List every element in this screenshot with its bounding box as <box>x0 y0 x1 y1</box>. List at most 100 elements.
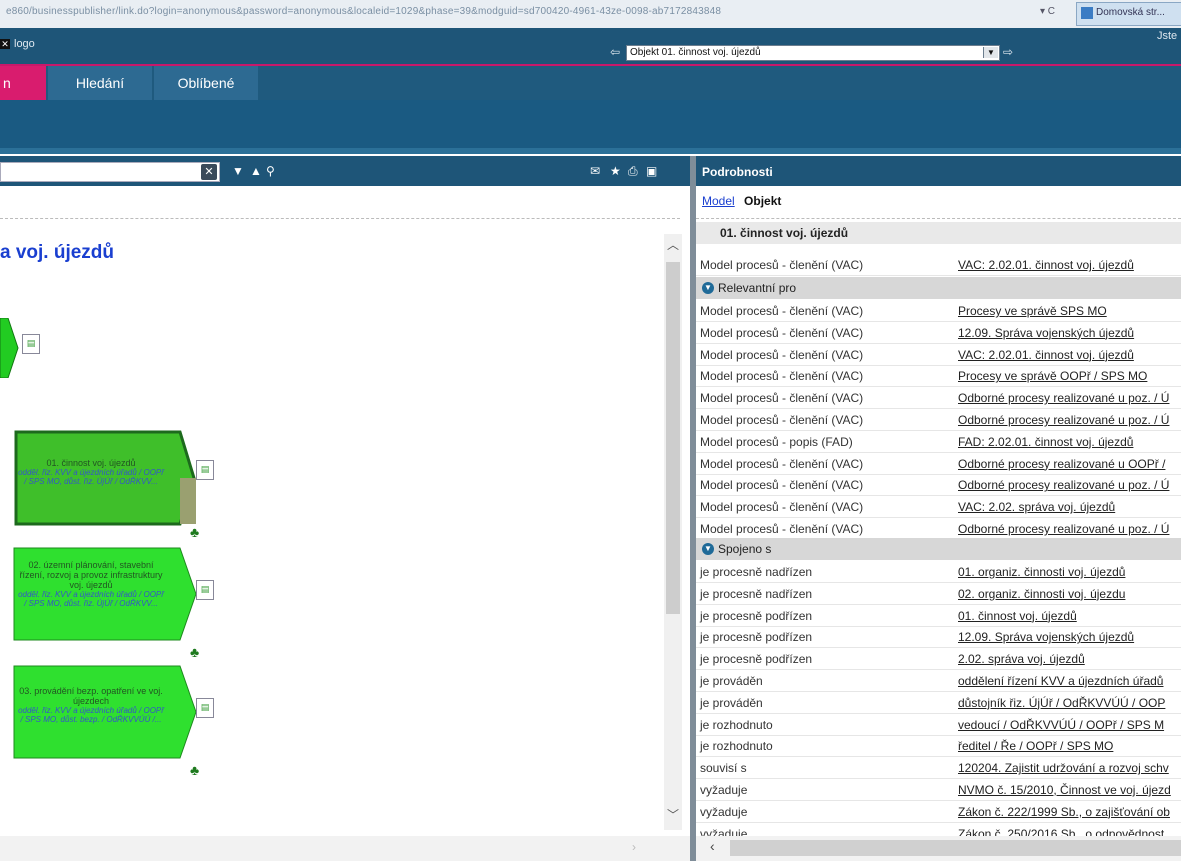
logo-text: logo <box>14 38 35 50</box>
url-text[interactable]: e860/businesspublisher/link.do?login=ano… <box>6 6 721 17</box>
table-row: Model procesů - členění (VAC) Procesy ve … <box>696 365 1181 388</box>
table-row: vyžaduje Zákon č. 222/1999 Sb., o zajišťo… <box>696 801 1181 823</box>
row-link[interactable]: VAC: 2.02. správa voj. újezdů <box>958 500 1115 514</box>
diagram-title: a voj. újezdů <box>0 242 115 263</box>
row-link[interactable]: 12.09. Správa vojenských újezdů <box>958 326 1134 340</box>
group-label: Spojeno s <box>718 542 772 556</box>
row-link[interactable]: 120204. Zajistit udržování a rozvoj schv <box>958 761 1169 775</box>
row-link[interactable]: Odborné procesy realizované u poz. / Ú <box>958 391 1169 405</box>
row-key: Model procesů - členění (VAC) <box>700 325 864 340</box>
row-link[interactable]: ředitel / Ře / OOPř / SPS MO <box>958 739 1113 753</box>
row-key: je procesně podřízen <box>700 630 813 645</box>
table-row: Model procesů - členění (VAC) 12.09. Sprá… <box>696 322 1181 344</box>
table-row: souvisí s 120204. Zajistit udržování a ro… <box>696 757 1181 780</box>
hierarchy-icon[interactable]: ♣ <box>190 762 199 778</box>
row-link[interactable]: NVMO č. 15/2010, Činnost ve voj. újezd <box>958 783 1171 797</box>
mail-icon[interactable]: ✉ <box>590 164 600 178</box>
chevron-circle-icon[interactable]: ▼ <box>702 543 714 555</box>
row-link[interactable]: VAC: 2.02.01. činnost voj. újezdů <box>958 348 1134 362</box>
row-key: Model procesů - členění (VAC) <box>700 522 864 536</box>
document-icon[interactable]: ▤ <box>22 334 40 354</box>
document-icon[interactable]: ▤ <box>196 698 214 718</box>
chevron-down-icon[interactable]: ▼ <box>983 47 998 58</box>
browser-url-bar[interactable]: e860/businesspublisher/link.do?login=ano… <box>0 0 1181 29</box>
scroll-right-icon[interactable]: › <box>632 840 636 854</box>
row-key: je rozhodnuto <box>700 717 773 732</box>
tab-objekt[interactable]: Objekt <box>744 194 781 208</box>
details-scroll-thumb[interactable] <box>730 840 1181 856</box>
row-key: Model procesů - členění (VAC) <box>700 369 864 384</box>
diagram-divider <box>0 218 680 219</box>
process-01-label: 01. činnost voj. újezdů odděl. řiz. KVV … <box>16 458 166 486</box>
hierarchy-icon[interactable]: ♣ <box>190 524 199 540</box>
arrow-up-icon[interactable]: ▲ <box>250 164 262 178</box>
process-02-subtitle: odděl. řiz. KVV a újezdních úřadů / OOPř… <box>18 590 164 608</box>
row-link[interactable]: 01. organiz. činnosti voj. újezdů <box>958 565 1125 579</box>
tab-favorites[interactable]: Oblíbené <box>154 66 258 100</box>
row-link[interactable]: 01. činnost voj. újezdů <box>958 609 1077 623</box>
tab-search[interactable]: Hledání <box>48 66 152 100</box>
process-03[interactable]: 03. provádění bezp. opatření ve voj. úje… <box>0 664 200 760</box>
tab-active[interactable]: n <box>0 66 46 100</box>
row-link[interactable]: důstojník řiz. ÚjÚř / OdŘKVVÚÚ / OOP <box>958 696 1165 710</box>
row-link[interactable]: Odborné procesy realizované u OOPř / <box>958 457 1165 471</box>
refresh-icon[interactable]: ▾ C <box>1040 6 1055 17</box>
object-select-value: Objekt 01. činnost voj. újezdů <box>630 47 761 58</box>
diagram-horizontal-scrollbar[interactable] <box>0 836 690 861</box>
process-shape-partial[interactable] <box>0 318 20 378</box>
row-link[interactable]: FAD: 2.02.01. činnost voj. újezdů <box>958 435 1133 449</box>
main-tab-bar: n Hledání Oblíbené <box>0 66 1181 100</box>
document-icon[interactable]: ▤ <box>196 460 214 480</box>
scroll-left-icon[interactable]: ‹ <box>710 838 715 854</box>
group-label: Relevantní pro <box>718 281 797 295</box>
row-key: Model procesů - členění (VAC) <box>700 456 864 471</box>
diagram-scroll-thumb[interactable] <box>666 262 680 614</box>
process-01[interactable]: 01. činnost voj. újezdů odděl. řiz. KVV … <box>0 430 200 530</box>
table-row: je procesně podřízen 12.09. Správa vojens… <box>696 626 1181 649</box>
row-link[interactable]: vedoucí / OdŘKVVÚÚ / OOPř / SPS M <box>958 718 1164 732</box>
row-link[interactable]: Odborné procesy realizované u poz. / Ú <box>958 478 1169 492</box>
user-label: Jste <box>1157 30 1178 42</box>
diagram-search-input[interactable]: ✕ <box>0 162 220 182</box>
table-row: je procesně nadřízen 02. organiz. činnost… <box>696 583 1181 605</box>
table-row: je prováděn důstojník řiz. ÚjÚř / OdŘKVVÚ… <box>696 692 1181 714</box>
table-row: je rozhodnuto vedoucí / OdŘKVVÚÚ / OOPř /… <box>696 714 1181 736</box>
row-link[interactable]: Procesy ve správě OOPř / SPS MO <box>958 369 1147 383</box>
arrow-down-icon[interactable]: ▼ <box>232 164 244 178</box>
hierarchy-icon[interactable]: ♣ <box>190 644 199 660</box>
row-key: Model procesů - popis (FAD) <box>700 434 853 449</box>
row-link[interactable]: oddělení řízení KVV a újezdních úřadů <box>958 674 1163 688</box>
group-relevant[interactable]: ▼ Relevantní pro <box>696 277 1181 299</box>
back-arrow-icon[interactable]: ⇦ <box>610 45 620 59</box>
document-icon[interactable]: ▤ <box>196 580 214 600</box>
row-key: je prováděn <box>700 674 763 688</box>
process-03-subtitle: odděl. řiz. KVV a újezdních úřadů / OOPř… <box>18 706 164 724</box>
scroll-down-icon[interactable]: ﹀ <box>667 806 679 823</box>
clear-search-icon[interactable]: ✕ <box>201 164 217 180</box>
binoculars-icon[interactable]: ⚲ <box>266 164 275 178</box>
chevron-circle-icon[interactable]: ▼ <box>702 282 714 294</box>
browser-tab[interactable]: Domovská str... <box>1076 2 1181 26</box>
row-link[interactable]: VAC: 2.02.01. činnost voj. újezdů <box>958 258 1134 272</box>
row-link[interactable]: Odborné procesy realizované u poz. / Ú <box>958 413 1169 427</box>
process-01-title: 01. činnost voj. újezdů <box>46 458 136 468</box>
row-link[interactable]: 2.02. správa voj. újezdů <box>958 652 1085 666</box>
table-row: Model procesů - popis (FAD) FAD: 2.02.01.… <box>696 431 1181 453</box>
object-select[interactable]: Objekt 01. činnost voj. újezdů ▼ <box>626 45 1000 61</box>
row-key: je rozhodnuto <box>700 739 773 754</box>
process-02[interactable]: 02. územní plánování, stavební řízení, r… <box>0 546 200 642</box>
row-link[interactable]: Odborné procesy realizované u poz. / Ú <box>958 522 1169 536</box>
forward-arrow-icon[interactable]: ⇨ <box>1003 45 1013 59</box>
process-03-title: 03. provádění bezp. opatření ve voj. úje… <box>19 686 163 706</box>
row-link[interactable]: 02. organiz. činnosti voj. újezdu <box>958 587 1125 601</box>
window-icon[interactable]: ▣ <box>646 164 657 178</box>
tab-model[interactable]: Model <box>702 194 735 208</box>
row-link[interactable]: Procesy ve správě SPS MO <box>958 304 1107 318</box>
row-link[interactable]: 12.09. Správa vojenských újezdů <box>958 630 1134 644</box>
row-link[interactable]: Zákon č. 222/1999 Sb., o zajišťování ob <box>958 805 1170 819</box>
print-icon[interactable]: ⎙ <box>628 164 638 179</box>
scroll-up-icon[interactable]: ︿ <box>667 236 679 253</box>
star-icon[interactable]: ★ <box>610 164 621 178</box>
group-connected[interactable]: ▼ Spojeno s <box>696 538 1181 560</box>
table-row: Model procesů - členění (VAC) Odborné pro… <box>696 387 1181 410</box>
